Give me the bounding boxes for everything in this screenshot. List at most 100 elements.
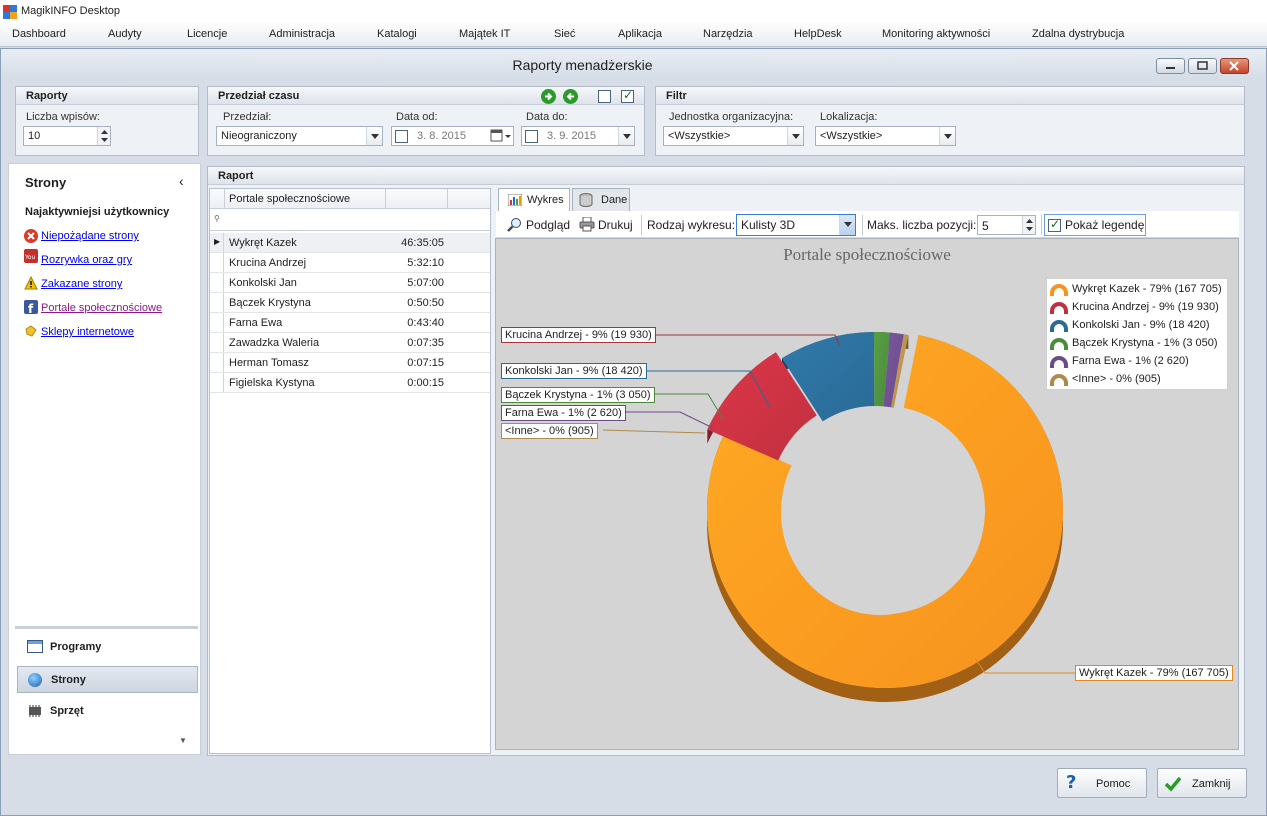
show-legend-checkbox[interactable] (1048, 217, 1061, 232)
to-date-checkbox[interactable] (525, 130, 538, 143)
close-button[interactable]: Zamknij (1157, 768, 1247, 798)
toolbar-separator (862, 215, 863, 235)
table-row[interactable]: Herman Tomasz 0:07:15 (210, 353, 490, 373)
print-button[interactable]: Drukuj (598, 218, 633, 232)
nav-splitter[interactable] (15, 626, 198, 629)
menu-zdalna-dystrybucja[interactable]: Zdalna dystrybucja (1032, 28, 1124, 40)
table-row[interactable]: Konkolski Jan 5:07:00 (210, 273, 490, 293)
count-value: 10 (28, 130, 41, 142)
pie-hole (781, 409, 979, 615)
to-date-field[interactable]: 3. 9. 2015 (521, 126, 635, 146)
grid-filter-row[interactable]: ⚲ (210, 209, 490, 231)
main-menu: Dashboard Audyty Licencje Administracja … (0, 23, 1267, 47)
count-spinner[interactable]: 10 (23, 126, 111, 146)
nav-link-niepozadane[interactable]: Niepożądane strony (41, 230, 139, 242)
raport-header: Raport (208, 167, 1244, 185)
range-label: Przedział: (223, 111, 272, 123)
chevron-down-icon (366, 127, 382, 145)
callout-label: Krucina Andrzej - 9% (19 930) (501, 327, 656, 343)
menu-aplikacja[interactable]: Aplikacja (618, 28, 662, 40)
legend-swatch-icon (1050, 284, 1068, 296)
calendar-icon[interactable] (490, 129, 512, 143)
legend-swatch-icon (1050, 356, 1068, 368)
close-window-button[interactable] (1220, 58, 1249, 74)
table-row[interactable]: ▶ Wykręt Kazek 46:35:05 (210, 233, 490, 253)
tab-dane[interactable]: Dane (572, 188, 630, 211)
collapse-chevron-icon[interactable]: ‹ (179, 173, 184, 189)
nav-link-rozrywka[interactable]: Rozrywka oraz gry (41, 254, 132, 266)
row-name: Zawadzka Waleria (229, 337, 320, 349)
preview-button[interactable]: Podgląd (526, 218, 570, 232)
range-value: Nieograniczony (221, 130, 297, 142)
show-legend-toggle[interactable]: Pokaż legendę (1044, 214, 1146, 236)
table-row[interactable]: Bączek Krystyna 0:50:50 (210, 293, 490, 313)
nav-link-zakazane[interactable]: Zakazane strony (41, 278, 122, 290)
help-icon: ? (1066, 772, 1077, 793)
menu-dashboard[interactable]: Dashboard (12, 28, 66, 40)
app-titlebar: MagikINFO Desktop (0, 0, 1267, 23)
nav-button-programy[interactable]: Programy (17, 634, 198, 661)
globe-icon (28, 673, 42, 687)
nav-link-portale[interactable]: Portale społecznościowe (41, 302, 162, 314)
to-label: Data do: (526, 111, 568, 123)
prev-arrow-icon[interactable] (563, 89, 578, 104)
table-row[interactable]: Figielska Kystyna 0:00:15 (210, 373, 490, 393)
magnifier-icon (507, 217, 523, 236)
max-items-spinner[interactable]: 5 (977, 215, 1036, 235)
from-date-field[interactable]: 3. 8. 2015 (391, 126, 514, 146)
spinner-arrows-icon[interactable] (1022, 216, 1035, 234)
raporty-panel: Raporty Liczba wpisów: 10 (15, 86, 199, 156)
unit-label: Jednostka organizacyjna: (669, 111, 794, 123)
nav-button-sprzet[interactable]: Sprzęt (17, 698, 198, 725)
location-select[interactable]: <Wszystkie> (815, 126, 956, 146)
maximize-button[interactable] (1188, 58, 1217, 74)
warning-icon (24, 275, 38, 290)
toolbar-separator (1041, 215, 1042, 235)
menu-helpdesk[interactable]: HelpDesk (794, 28, 842, 40)
chart-type-select[interactable]: Kulisty 3D (736, 214, 856, 236)
table-row[interactable]: Farna Ewa 0:43:40 (210, 313, 490, 333)
legend-swatch-icon (1050, 338, 1068, 350)
legend-swatch-icon (1050, 302, 1068, 314)
menu-siec[interactable]: Sieć (554, 28, 575, 40)
menu-licencje[interactable]: Licencje (187, 28, 227, 40)
callout-label: Farna Ewa - 1% (2 620) (501, 405, 626, 421)
nav-button-strony[interactable]: Strony (17, 666, 198, 693)
menu-audyty[interactable]: Audyty (108, 28, 142, 40)
filtr-panel: Filtr Jednostka organizacyjna: <Wszystki… (655, 86, 1245, 156)
range-select[interactable]: Nieograniczony (216, 126, 383, 146)
chevron-down-icon[interactable] (618, 127, 634, 145)
minimize-button[interactable] (1156, 58, 1185, 74)
blocked-icon (24, 229, 38, 243)
table-row[interactable]: Krucina Andrzej 5:32:10 (210, 253, 490, 273)
check-all-checkbox[interactable] (621, 88, 634, 103)
nav-link-sklepy[interactable]: Sklepy internetowe (41, 326, 134, 338)
window-title: Raporty menadżerskie (512, 57, 653, 73)
menu-narzedzia[interactable]: Narzędzia (703, 28, 753, 40)
grid-column-header[interactable]: Portale społecznościowe (229, 193, 350, 205)
next-arrow-icon[interactable] (541, 89, 556, 104)
spinner-arrows-icon[interactable] (97, 127, 110, 145)
tab-wykres[interactable]: Wykres (498, 188, 570, 211)
menu-administracja[interactable]: Administracja (269, 28, 335, 40)
close-button-label: Zamknij (1192, 778, 1231, 790)
callout-label: Bączek Krystyna - 1% (3 050) (501, 387, 655, 403)
row-pointer-icon: ▶ (214, 237, 221, 246)
row-name: Krucina Andrzej (229, 257, 307, 269)
from-date-checkbox[interactable] (395, 130, 408, 143)
menu-monitoring[interactable]: Monitoring aktywności (882, 28, 990, 40)
nav-overflow-chevron-icon[interactable]: ▼ (179, 736, 187, 745)
from-label: Data od: (396, 111, 438, 123)
help-button[interactable]: ? Pomoc (1057, 768, 1147, 798)
shopping-icon (24, 324, 38, 338)
unit-select[interactable]: <Wszystkie> (663, 126, 804, 146)
table-row[interactable]: Zawadzka Waleria 0:07:35 (210, 333, 490, 353)
window-titlebar: Raporty menadżerskie (1, 49, 1266, 78)
nav-button-strony-label: Strony (51, 674, 86, 686)
menu-katalogi[interactable]: Katalogi (377, 28, 417, 40)
row-name: Figielska Kystyna (229, 377, 315, 389)
uncheck-all-checkbox[interactable] (598, 90, 611, 103)
menu-majatek-it[interactable]: Majątek IT (459, 28, 510, 40)
filtr-header: Filtr (656, 87, 1244, 105)
row-name: Konkolski Jan (229, 277, 297, 289)
